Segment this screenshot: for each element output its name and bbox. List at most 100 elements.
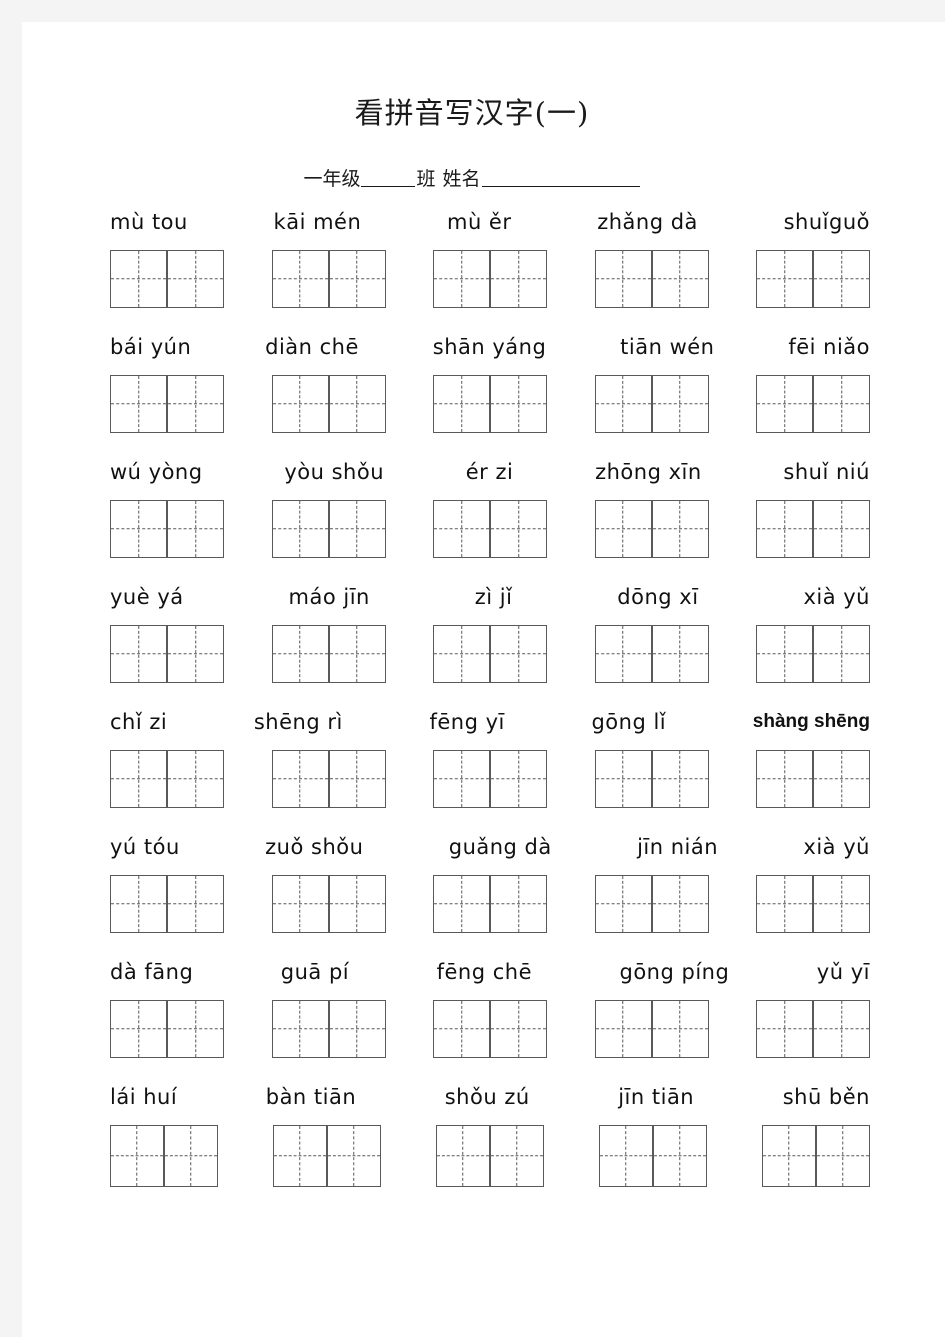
tianzige-box[interactable] bbox=[271, 500, 329, 558]
answer-slot[interactable] bbox=[594, 250, 709, 308]
answer-slot[interactable] bbox=[756, 250, 870, 308]
tianzige-box[interactable] bbox=[490, 750, 547, 808]
answer-slot[interactable] bbox=[433, 875, 547, 933]
answer-slot[interactable] bbox=[110, 750, 224, 808]
answer-slot[interactable] bbox=[273, 1125, 381, 1187]
tianzige-box[interactable] bbox=[594, 1000, 652, 1058]
answer-slot[interactable] bbox=[756, 875, 870, 933]
name-blank[interactable] bbox=[481, 186, 640, 187]
tianzige-box[interactable] bbox=[594, 250, 652, 308]
answer-slot[interactable] bbox=[433, 375, 547, 433]
tianzige-box[interactable] bbox=[328, 250, 386, 308]
answer-slot[interactable] bbox=[762, 1125, 870, 1187]
tianzige-box[interactable] bbox=[110, 250, 167, 308]
answer-slot[interactable] bbox=[594, 500, 709, 558]
tianzige-box[interactable] bbox=[490, 375, 547, 433]
tianzige-box[interactable] bbox=[271, 750, 329, 808]
tianzige-box[interactable] bbox=[813, 250, 870, 308]
tianzige-box[interactable] bbox=[110, 625, 167, 683]
tianzige-box[interactable] bbox=[813, 875, 870, 933]
answer-slot[interactable] bbox=[271, 875, 386, 933]
tianzige-box[interactable] bbox=[433, 375, 490, 433]
tianzige-box[interactable] bbox=[599, 1125, 653, 1187]
answer-slot[interactable] bbox=[433, 750, 547, 808]
tianzige-box[interactable] bbox=[651, 875, 709, 933]
answer-slot[interactable] bbox=[110, 625, 224, 683]
answer-slot[interactable] bbox=[433, 250, 547, 308]
tianzige-box[interactable] bbox=[167, 500, 224, 558]
tianzige-box[interactable] bbox=[490, 625, 547, 683]
tianzige-box[interactable] bbox=[328, 750, 386, 808]
answer-slot[interactable] bbox=[271, 750, 386, 808]
answer-slot[interactable] bbox=[436, 1125, 544, 1187]
tianzige-box[interactable] bbox=[167, 375, 224, 433]
tianzige-box[interactable] bbox=[110, 750, 167, 808]
answer-slot[interactable] bbox=[110, 500, 224, 558]
tianzige-box[interactable] bbox=[271, 625, 329, 683]
tianzige-box[interactable] bbox=[433, 500, 490, 558]
tianzige-box[interactable] bbox=[813, 375, 870, 433]
tianzige-box[interactable] bbox=[594, 500, 652, 558]
tianzige-box[interactable] bbox=[756, 375, 813, 433]
answer-slot[interactable] bbox=[271, 625, 386, 683]
tianzige-box[interactable] bbox=[653, 1125, 707, 1187]
tianzige-box[interactable] bbox=[756, 625, 813, 683]
tianzige-box[interactable] bbox=[813, 500, 870, 558]
answer-slot[interactable] bbox=[594, 875, 709, 933]
tianzige-box[interactable] bbox=[328, 875, 386, 933]
answer-slot[interactable] bbox=[110, 375, 224, 433]
tianzige-box[interactable] bbox=[167, 1000, 224, 1058]
tianzige-box[interactable] bbox=[813, 750, 870, 808]
answer-slot[interactable] bbox=[594, 625, 709, 683]
tianzige-box[interactable] bbox=[167, 750, 224, 808]
tianzige-box[interactable] bbox=[433, 750, 490, 808]
tianzige-box[interactable] bbox=[433, 875, 490, 933]
tianzige-box[interactable] bbox=[651, 250, 709, 308]
tianzige-box[interactable] bbox=[436, 1125, 490, 1187]
tianzige-box[interactable] bbox=[273, 1125, 327, 1187]
tianzige-box[interactable] bbox=[271, 375, 329, 433]
tianzige-box[interactable] bbox=[762, 1125, 816, 1187]
tianzige-box[interactable] bbox=[433, 625, 490, 683]
tianzige-box[interactable] bbox=[271, 250, 329, 308]
tianzige-box[interactable] bbox=[167, 250, 224, 308]
tianzige-box[interactable] bbox=[756, 500, 813, 558]
tianzige-box[interactable] bbox=[110, 875, 167, 933]
tianzige-box[interactable] bbox=[594, 875, 652, 933]
answer-slot[interactable] bbox=[756, 750, 870, 808]
answer-slot[interactable] bbox=[271, 250, 386, 308]
answer-slot[interactable] bbox=[594, 750, 709, 808]
answer-slot[interactable] bbox=[110, 250, 224, 308]
tianzige-box[interactable] bbox=[816, 1125, 870, 1187]
answer-slot[interactable] bbox=[594, 1000, 709, 1058]
answer-slot[interactable] bbox=[110, 1000, 224, 1058]
tianzige-box[interactable] bbox=[271, 1000, 329, 1058]
answer-slot[interactable] bbox=[756, 375, 870, 433]
tianzige-box[interactable] bbox=[110, 1125, 164, 1187]
tianzige-box[interactable] bbox=[433, 1000, 490, 1058]
tianzige-box[interactable] bbox=[490, 1000, 547, 1058]
answer-slot[interactable] bbox=[433, 500, 547, 558]
tianzige-box[interactable] bbox=[328, 625, 386, 683]
answer-slot[interactable] bbox=[271, 1000, 386, 1058]
tianzige-box[interactable] bbox=[594, 625, 652, 683]
tianzige-box[interactable] bbox=[651, 375, 709, 433]
tianzige-box[interactable] bbox=[756, 750, 813, 808]
answer-slot[interactable] bbox=[756, 500, 870, 558]
tianzige-box[interactable] bbox=[110, 500, 167, 558]
tianzige-box[interactable] bbox=[271, 875, 329, 933]
answer-slot[interactable] bbox=[271, 375, 386, 433]
tianzige-box[interactable] bbox=[651, 1000, 709, 1058]
tianzige-box[interactable] bbox=[490, 250, 547, 308]
answer-slot[interactable] bbox=[599, 1125, 707, 1187]
tianzige-box[interactable] bbox=[594, 375, 652, 433]
tianzige-box[interactable] bbox=[651, 750, 709, 808]
answer-slot[interactable] bbox=[110, 875, 224, 933]
tianzige-box[interactable] bbox=[813, 1000, 870, 1058]
answer-slot[interactable] bbox=[594, 375, 709, 433]
class-blank[interactable] bbox=[361, 186, 416, 187]
tianzige-box[interactable] bbox=[328, 1000, 386, 1058]
tianzige-box[interactable] bbox=[490, 875, 547, 933]
answer-slot[interactable] bbox=[433, 1000, 547, 1058]
tianzige-box[interactable] bbox=[594, 750, 652, 808]
